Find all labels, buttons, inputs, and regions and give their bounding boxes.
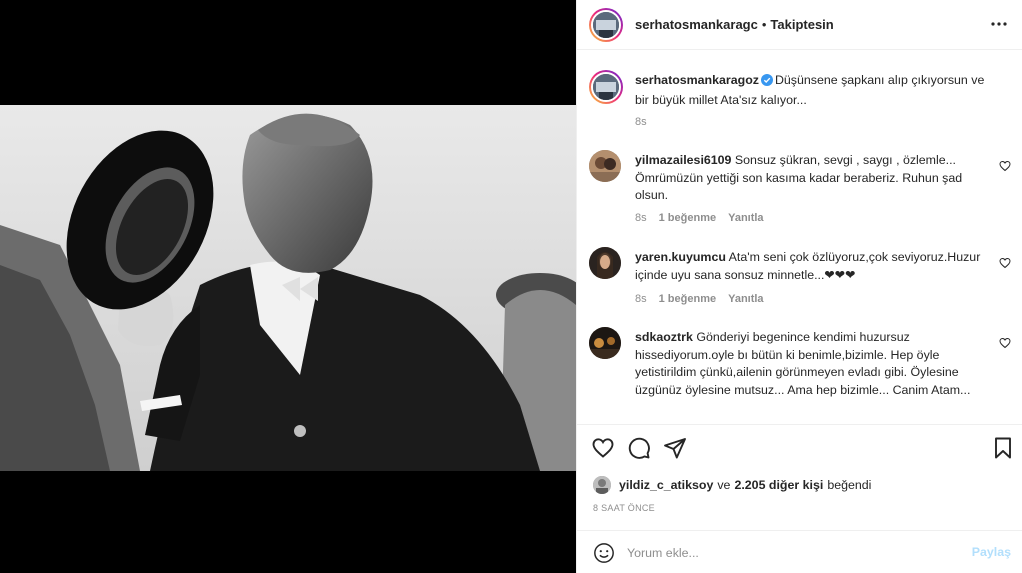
caption-avatar[interactable] (589, 70, 623, 104)
comment-composer: Paylaş (577, 530, 1022, 573)
comment-age[interactable]: 8s (635, 293, 647, 305)
comment-icon[interactable] (627, 436, 653, 462)
post-photo[interactable] (0, 105, 576, 471)
commenter-avatar[interactable] (589, 327, 621, 359)
comment-like-heart-icon[interactable] (999, 160, 1013, 174)
post-media (0, 0, 576, 573)
header-separator: • (761, 17, 767, 32)
caption-body: serhatosmankaragoz Düşünsene şapkanı alıp… (635, 72, 995, 109)
caption-age[interactable]: 8s (635, 116, 647, 128)
comment-age[interactable]: 8s (635, 212, 647, 224)
likes-summary: yildiz_c_atiksoy ve 2.205 diğer kişi beğ… (593, 476, 871, 494)
comment-body: sdkaoztrk Gönderiyi begenince kendimi hu… (635, 329, 995, 399)
comment-likes[interactable]: 1 beğenme (659, 212, 716, 224)
share-icon[interactable] (663, 436, 689, 462)
likes-conjunction: ve (717, 478, 731, 492)
caption-username[interactable]: serhatosmankaragoz (635, 73, 759, 87)
liker-username[interactable]: yildiz_c_atiksoy (619, 478, 713, 492)
comment-likes[interactable]: 1 beğenme (659, 293, 716, 305)
instagram-post: serhatosmankaragc • Takiptesin serhatosm… (0, 0, 1022, 573)
author-username[interactable]: serhatosmankaragc (635, 17, 758, 32)
commenter-avatar[interactable] (589, 247, 621, 279)
heart-icon[interactable] (591, 436, 617, 462)
post-side-panel: serhatosmankaragc • Takiptesin serhatosm… (576, 0, 1022, 573)
comment-like-heart-icon[interactable] (999, 337, 1013, 351)
comment-meta: 8s 1 beğenme Yanıtla (635, 212, 764, 224)
likes-others-link[interactable]: 2.205 diğer kişi (734, 478, 823, 492)
post-timestamp[interactable]: 8 SAAT ÖNCE (593, 503, 655, 513)
comment-like-heart-icon[interactable] (999, 257, 1013, 271)
action-bar (577, 426, 1022, 470)
comment-body: yilmazailesi6109 Sonsuz şükran, sevgi , … (635, 152, 995, 205)
comment-input[interactable] (627, 541, 957, 565)
liker-avatar[interactable] (593, 476, 611, 494)
comment-body: yaren.kuyumcu Ata'm seni çok özlüyoruz,ç… (635, 249, 995, 284)
reply-button[interactable]: Yanıtla (728, 212, 763, 224)
verified-badge-icon (760, 74, 773, 92)
more-horizontal-icon[interactable] (989, 14, 1009, 34)
post-comment-button[interactable]: Paylaş (972, 545, 1011, 559)
reply-button[interactable]: Yanıtla (728, 293, 763, 305)
commenter-username[interactable]: yilmazailesi6109 (635, 153, 731, 167)
follow-status[interactable]: Takiptesin (770, 17, 833, 32)
caption-meta: 8s (635, 116, 647, 128)
comments-section[interactable]: serhatosmankaragoz Düşünsene şapkanı alıp… (577, 51, 1022, 425)
commenter-avatar[interactable] (589, 150, 621, 182)
bookmark-icon[interactable] (991, 436, 1017, 462)
author-avatar[interactable] (589, 7, 623, 42)
likes-suffix: beğendi (827, 478, 872, 492)
commenter-username[interactable]: sdkaoztrk (635, 330, 693, 344)
post-header: serhatosmankaragc • Takiptesin (577, 0, 1022, 50)
emoji-icon[interactable] (593, 542, 615, 564)
commenter-username[interactable]: yaren.kuyumcu (635, 250, 726, 264)
comment-meta: 8s 1 beğenme Yanıtla (635, 293, 764, 305)
